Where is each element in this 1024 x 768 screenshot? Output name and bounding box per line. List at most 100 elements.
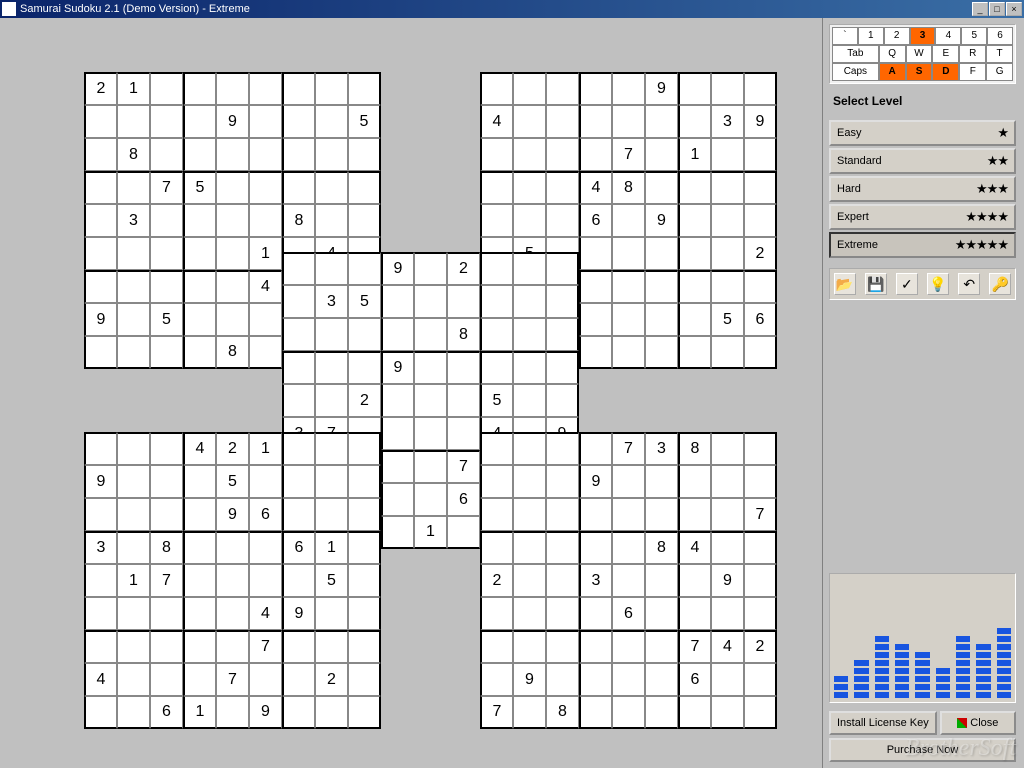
sudoku-cell[interactable] [447, 384, 480, 417]
sudoku-cell[interactable]: 7 [150, 564, 183, 597]
minimize-button[interactable]: _ [972, 2, 988, 16]
sudoku-cell[interactable] [711, 696, 744, 729]
sudoku-cell[interactable]: 4 [84, 663, 117, 696]
sudoku-cell[interactable] [678, 270, 711, 303]
sudoku-cell[interactable] [480, 138, 513, 171]
sudoku-cell[interactable]: 9 [381, 351, 414, 384]
sudoku-cell[interactable] [216, 270, 249, 303]
sudoku-cell[interactable] [513, 72, 546, 105]
sudoku-cell[interactable] [480, 465, 513, 498]
close-window-button[interactable]: × [1006, 2, 1022, 16]
sudoku-cell[interactable] [282, 105, 315, 138]
sudoku-cell[interactable] [150, 336, 183, 369]
sudoku-cell[interactable]: 6 [579, 204, 612, 237]
sudoku-cell[interactable] [645, 597, 678, 630]
sudoku-cell[interactable]: 3 [711, 105, 744, 138]
sudoku-cell[interactable] [513, 630, 546, 663]
sudoku-cell[interactable] [579, 303, 612, 336]
sudoku-cell[interactable] [315, 597, 348, 630]
sudoku-cell[interactable] [183, 105, 216, 138]
samurai-grid[interactable]: 2195875381442956819439714869521256392358… [18, 36, 788, 731]
sudoku-cell[interactable]: 9 [216, 105, 249, 138]
sudoku-cell[interactable]: 9 [513, 663, 546, 696]
sudoku-cell[interactable] [645, 498, 678, 531]
sudoku-cell[interactable] [480, 531, 513, 564]
sudoku-cell[interactable] [711, 531, 744, 564]
sudoku-cell[interactable] [117, 237, 150, 270]
kbd-key-4[interactable]: 4 [935, 27, 961, 45]
sudoku-cell[interactable] [348, 630, 381, 663]
sudoku-cell[interactable]: 3 [579, 564, 612, 597]
sudoku-cell[interactable] [282, 696, 315, 729]
sudoku-cell[interactable] [117, 336, 150, 369]
sudoku-cell[interactable] [513, 432, 546, 465]
sudoku-cell[interactable] [447, 417, 480, 450]
sudoku-cell[interactable] [480, 285, 513, 318]
sudoku-cell[interactable] [117, 303, 150, 336]
sudoku-cell[interactable]: 5 [183, 171, 216, 204]
sudoku-cell[interactable] [414, 483, 447, 516]
sudoku-cell[interactable] [249, 663, 282, 696]
sudoku-cell[interactable] [645, 138, 678, 171]
sudoku-cell[interactable] [183, 237, 216, 270]
kbd-key-`[interactable]: ` [832, 27, 858, 45]
save-icon[interactable]: 💾 [865, 273, 887, 295]
sudoku-cell[interactable] [315, 351, 348, 384]
sudoku-cell[interactable] [546, 564, 579, 597]
sudoku-cell[interactable] [678, 336, 711, 369]
sudoku-cell[interactable] [612, 663, 645, 696]
sudoku-cell[interactable] [579, 630, 612, 663]
sudoku-cell[interactable] [711, 237, 744, 270]
sudoku-cell[interactable] [315, 105, 348, 138]
sudoku-cell[interactable] [183, 336, 216, 369]
sudoku-cell[interactable]: 1 [315, 531, 348, 564]
sudoku-cell[interactable] [84, 171, 117, 204]
sudoku-cell[interactable] [711, 138, 744, 171]
sudoku-cell[interactable]: 5 [711, 303, 744, 336]
sudoku-cell[interactable] [183, 663, 216, 696]
sudoku-cell[interactable] [315, 465, 348, 498]
sudoku-cell[interactable]: 5 [348, 105, 381, 138]
sudoku-cell[interactable] [348, 663, 381, 696]
sudoku-cell[interactable] [249, 465, 282, 498]
sudoku-cell[interactable] [480, 171, 513, 204]
sudoku-cell[interactable] [183, 630, 216, 663]
sudoku-cell[interactable] [315, 630, 348, 663]
sudoku-cell[interactable] [348, 351, 381, 384]
key-icon[interactable]: 🔑 [989, 273, 1011, 295]
sudoku-cell[interactable] [183, 138, 216, 171]
maximize-button[interactable]: □ [989, 2, 1005, 16]
sudoku-cell[interactable] [150, 465, 183, 498]
sudoku-cell[interactable] [282, 564, 315, 597]
sudoku-cell[interactable] [216, 138, 249, 171]
kbd-key-s[interactable]: S [906, 63, 933, 81]
sudoku-cell[interactable]: 9 [216, 498, 249, 531]
sudoku-cell[interactable] [414, 417, 447, 450]
sudoku-cell[interactable] [216, 531, 249, 564]
sudoku-cell[interactable]: 2 [480, 564, 513, 597]
level-expert[interactable]: Expert★★★★ [829, 204, 1016, 230]
sudoku-cell[interactable] [117, 696, 150, 729]
sudoku-cell[interactable] [183, 303, 216, 336]
sudoku-cell[interactable] [84, 597, 117, 630]
sudoku-cell[interactable]: 9 [579, 465, 612, 498]
kbd-key-d[interactable]: D [932, 63, 959, 81]
sudoku-cell[interactable] [579, 432, 612, 465]
sudoku-cell[interactable] [249, 303, 282, 336]
sudoku-cell[interactable]: 9 [282, 597, 315, 630]
sudoku-cell[interactable] [348, 138, 381, 171]
sudoku-cell[interactable] [249, 72, 282, 105]
sudoku-cell[interactable]: 5 [150, 303, 183, 336]
sudoku-cell[interactable] [183, 531, 216, 564]
sudoku-cell[interactable] [612, 696, 645, 729]
sudoku-cell[interactable] [315, 384, 348, 417]
sudoku-cell[interactable]: 4 [249, 270, 282, 303]
sudoku-cell[interactable] [645, 564, 678, 597]
sudoku-cell[interactable] [678, 498, 711, 531]
level-extreme[interactable]: Extreme★★★★★ [829, 232, 1016, 258]
sudoku-cell[interactable] [249, 138, 282, 171]
sudoku-cell[interactable]: 9 [249, 696, 282, 729]
kbd-key-6[interactable]: 6 [987, 27, 1013, 45]
sudoku-cell[interactable] [546, 72, 579, 105]
sudoku-cell[interactable] [678, 696, 711, 729]
